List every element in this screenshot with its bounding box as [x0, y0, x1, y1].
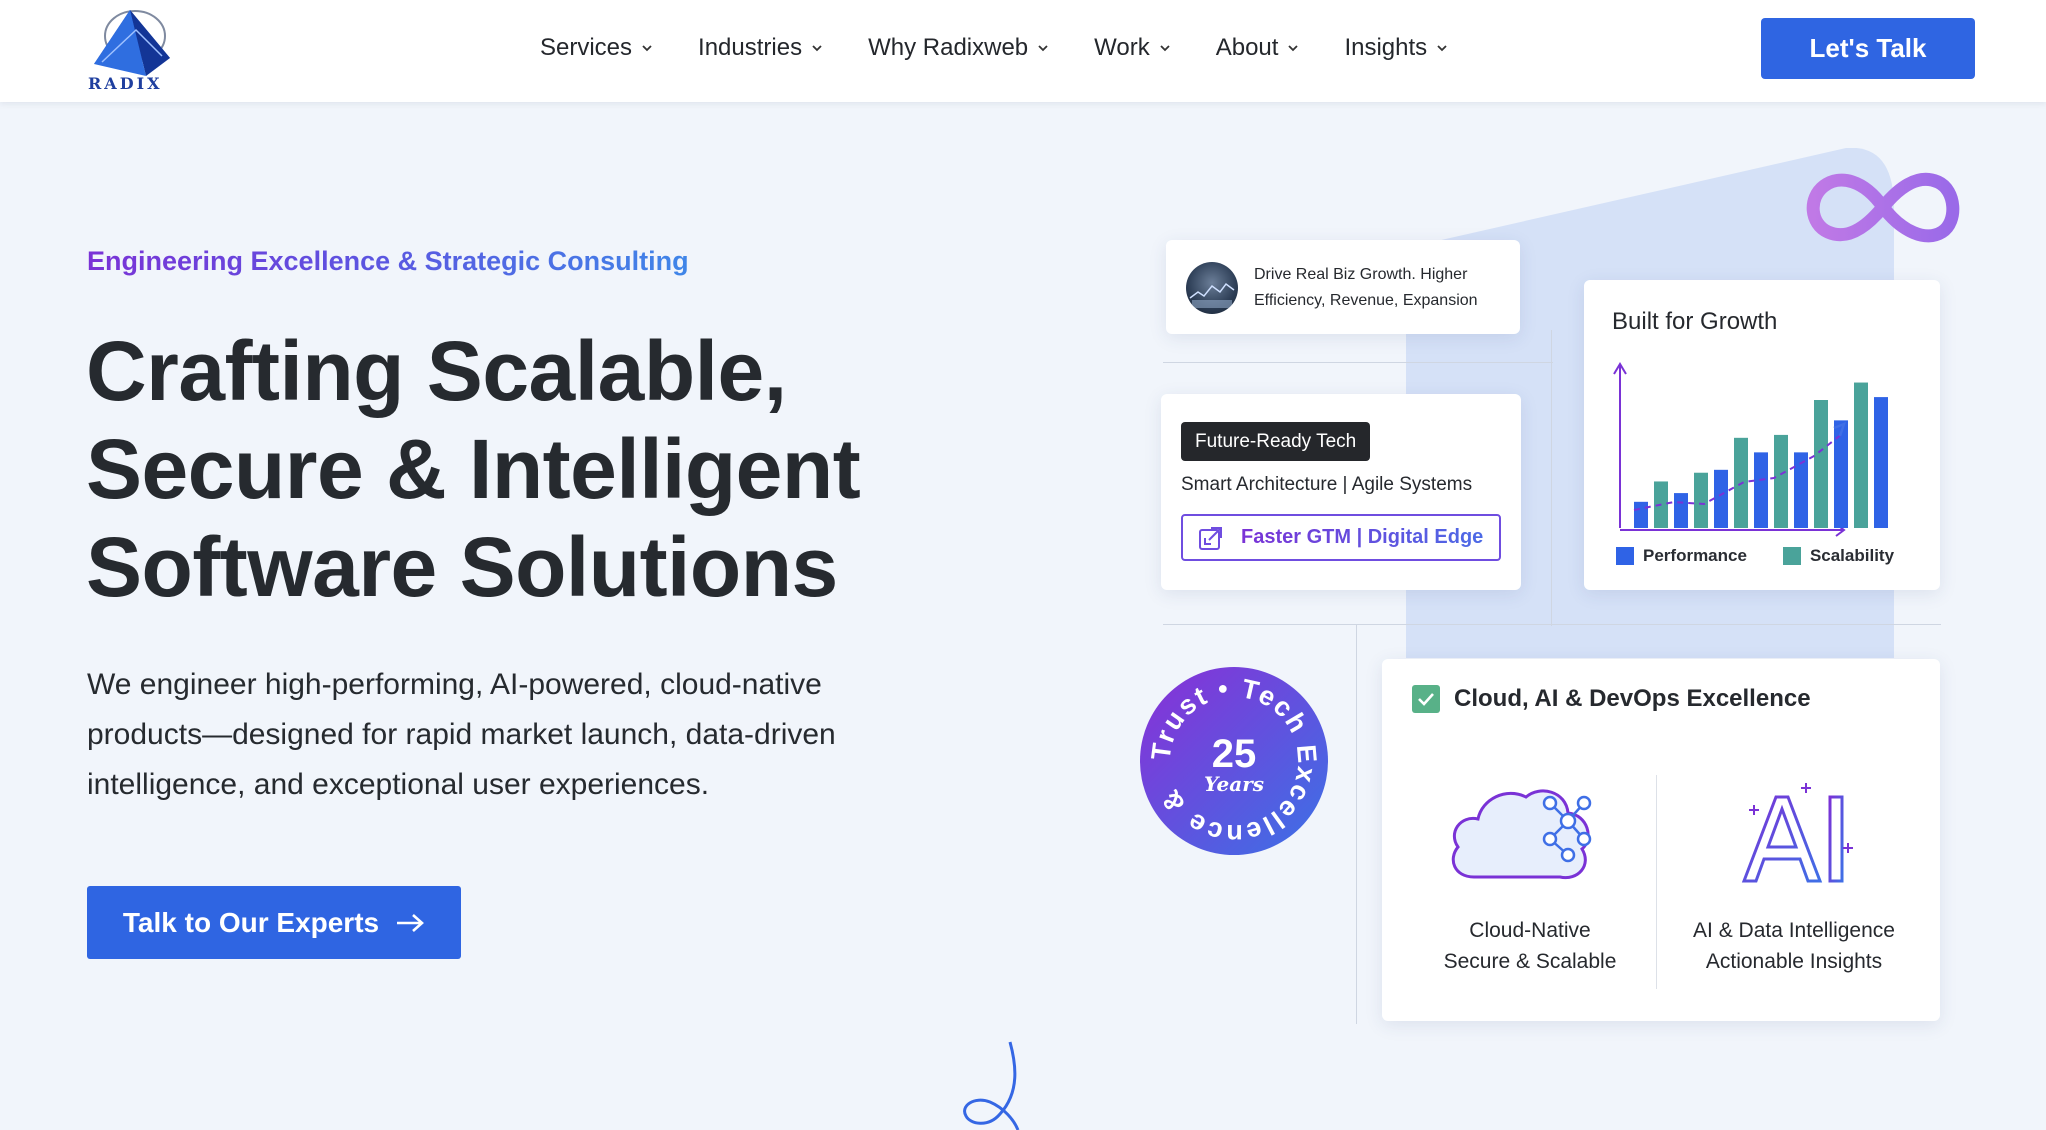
bar-scalability-5	[1814, 400, 1828, 528]
nav-why-radixweb[interactable]: Why Radixweb	[868, 28, 1048, 68]
growth-chart-card: Built for Growth Performance Scalability	[1584, 280, 1940, 590]
nav-industries[interactable]: Industries	[698, 28, 822, 68]
main-nav: Services Industries Why Radixweb Work Ab…	[540, 28, 1493, 68]
chevron-down-icon	[812, 45, 822, 52]
growth-card: Drive Real Biz Growth. Higher Efficiency…	[1166, 240, 1520, 334]
growth-text: Drive Real Biz Growth. Higher Efficiency…	[1254, 266, 1478, 309]
bar-performance-2	[1674, 493, 1688, 528]
legend-performance: Performance	[1616, 546, 1747, 566]
cloud-ai-card: Cloud, AI & DevOps Excellence Cloud-Nati…	[1382, 659, 1940, 1021]
bar-scalability-4	[1774, 434, 1788, 528]
feature-ai-line2: Actionable Insights	[1705, 950, 1883, 973]
hero-title-line-1: Crafting Scalable,	[86, 324, 787, 418]
chevron-down-icon	[1038, 45, 1048, 52]
feature-ai-data: AI & Data Intelligence Actionable Insigh…	[1664, 915, 1924, 977]
nav-industries-label: Industries	[698, 34, 803, 61]
nav-work[interactable]: Work	[1094, 28, 1170, 68]
grid-line-v1	[1551, 330, 1552, 626]
cloud-ai-header: Cloud, AI & DevOps Excellence	[1412, 685, 1811, 713]
legend-scalability-label: Scalability	[1809, 546, 1895, 565]
chart-legend: Performance Scalability	[1616, 546, 1930, 566]
future-ready-tag: Future-Ready Tech	[1181, 422, 1371, 461]
chevron-down-icon	[642, 45, 652, 52]
talk-to-experts-label: Talk to Our Experts	[122, 906, 380, 938]
talk-to-experts-button[interactable]: Talk to Our Experts	[87, 886, 461, 959]
chart-title: Built for Growth	[1612, 308, 1778, 335]
decorative-squiggle	[963, 1041, 1020, 1130]
feature-cloud-native: Cloud-Native Secure & Scalable	[1410, 915, 1650, 977]
nav-services[interactable]: Services	[540, 28, 652, 68]
trust-badge: Trust • Tech Excellence & 25 Years	[1140, 667, 1328, 855]
chevron-down-icon	[1288, 45, 1299, 52]
cloud-network-icon	[1451, 789, 1592, 880]
bar-performance-7	[1874, 397, 1888, 528]
legend-scalability-swatch	[1782, 547, 1801, 565]
legend-performance-swatch	[1616, 547, 1634, 565]
logo-text: RADIX	[88, 74, 163, 93]
bar-performance-3	[1714, 469, 1728, 528]
feature-cloud-line2: Secure & Scalable	[1443, 950, 1617, 973]
grid-line-h1	[1163, 362, 1553, 363]
external-link-icon	[1199, 526, 1222, 550]
infinity-icon	[1806, 172, 1960, 243]
faster-gtm-label: Faster GTM | Digital Edge	[1241, 526, 1484, 548]
feature-cloud-line1: Cloud-Native	[1469, 919, 1591, 942]
hero-title-line-2: Secure & Intelligent	[86, 422, 861, 516]
growth-avatar	[1186, 262, 1238, 314]
chevron-down-icon	[1437, 45, 1447, 52]
check-icon	[1412, 685, 1440, 713]
lets-talk-button[interactable]: Let's Talk	[1761, 18, 1975, 79]
site-header: RADIX Services Industries Why Radixweb W…	[0, 0, 2046, 102]
future-tech-card: Future-Ready Tech Smart Architecture | A…	[1161, 394, 1521, 590]
faster-gtm-badge: Faster GTM | Digital Edge	[1181, 514, 1501, 561]
hero-title: Crafting Scalable, Secure & Intelligent …	[86, 322, 946, 616]
growth-chart	[1613, 362, 1888, 537]
nav-why-radixweb-label: Why Radixweb	[868, 34, 1029, 61]
feature-ai-line1: AI & Data Intelligence	[1693, 919, 1895, 942]
bar-scalability-6	[1854, 382, 1868, 528]
grid-line-h2	[1163, 624, 1941, 625]
chevron-down-icon	[1160, 45, 1170, 52]
nav-insights[interactable]: Insights	[1344, 28, 1447, 68]
hero-eyebrow: Engineering Excellence & Strategic Consu…	[87, 246, 689, 276]
hero-description: We engineer high-performing, AI-powered,…	[87, 668, 836, 801]
bar-performance-1	[1634, 501, 1648, 528]
bar-performance-6	[1834, 420, 1848, 528]
arrow-right-icon	[397, 913, 425, 932]
feature-divider	[1656, 775, 1657, 989]
cloud-ai-title: Cloud, AI & DevOps Excellence	[1454, 685, 1811, 712]
hero-title-line-3: Software Solutions	[86, 520, 838, 614]
nav-about-label: About	[1215, 34, 1279, 61]
bar-scalability-2	[1694, 472, 1708, 528]
nav-services-label: Services	[540, 34, 633, 61]
nav-work-label: Work	[1094, 34, 1150, 61]
tech-subtitle: Smart Architecture | Agile Systems	[1181, 474, 1473, 495]
bar-performance-4	[1754, 452, 1768, 528]
legend-scalability: Scalability	[1782, 546, 1895, 566]
grid-line-v2	[1356, 624, 1357, 1024]
ai-icon	[1741, 783, 1853, 883]
nav-insights-label: Insights	[1344, 34, 1428, 61]
legend-performance-label: Performance	[1643, 546, 1747, 565]
badge-number: 25	[1212, 732, 1257, 776]
nav-about[interactable]: About	[1216, 28, 1299, 68]
badge-years: Years	[1204, 772, 1264, 796]
